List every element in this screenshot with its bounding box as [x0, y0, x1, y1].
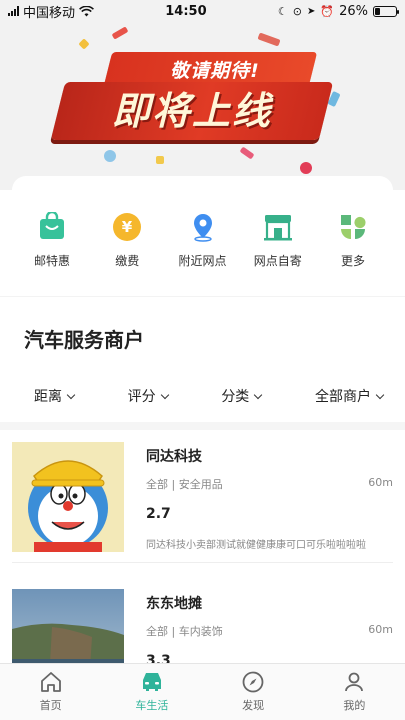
alarm-icon: ⏰ [320, 4, 335, 18]
home-icon [38, 669, 64, 695]
tab-home[interactable]: 首页 [11, 669, 91, 720]
bottom-tab-bar: 首页 车生活 发现 我的 [0, 663, 405, 720]
confetti-decoration [239, 146, 255, 160]
merchant-item[interactable]: 同达科技 全部 | 安全用品 60m 2.7 同达科技小卖部测试就健健康康可口可… [0, 430, 405, 563]
carrier-name: 中国移动 [23, 5, 76, 21]
svg-text:¥: ¥ [122, 218, 133, 236]
tab-car-life[interactable]: 车生活 [112, 669, 192, 720]
status-bar: 中国移动 14:50 ☾ ⊙ ➤ ⏰ 26% [0, 0, 405, 22]
banner-subtitle: 敬请期待! [170, 60, 260, 82]
chevron-down-icon [254, 390, 263, 399]
battery-percent: 26% [339, 3, 368, 19]
chevron-down-icon [375, 390, 385, 399]
confetti-decoration [111, 26, 129, 40]
yuan-coin-icon: ¥ [110, 210, 144, 244]
confetti-decoration [300, 162, 312, 174]
tab-label: 首页 [39, 699, 62, 712]
merchant-distance: 60m [368, 476, 393, 489]
filter-label: 距离 [34, 389, 62, 405]
banner-title: 即将上线 [111, 89, 272, 133]
battery-icon [373, 5, 399, 17]
wifi-icon [79, 5, 94, 16]
filter-bar: 距离 评分 分类 全部商户 [0, 382, 405, 410]
quick-action-label: 网点自寄 [253, 254, 302, 268]
merchant-rating: 3.3 [146, 653, 171, 663]
banner-bottom-curve [12, 176, 393, 190]
filter-rating[interactable]: 评分 [127, 386, 169, 406]
filter-all-merchants[interactable]: 全部商户 [314, 386, 385, 406]
storefront-icon [261, 210, 295, 244]
merchant-description: 同达科技小卖部测试就健健康康可口可乐啦啦啦啦 [146, 540, 366, 551]
confetti-decoration [78, 38, 90, 50]
quick-action-label: 缴费 [115, 254, 140, 268]
user-icon [341, 669, 367, 695]
filter-label: 全部商户 [314, 389, 371, 405]
signal-icon [8, 6, 19, 16]
chevron-down-icon [160, 390, 169, 399]
tab-discover[interactable]: 发现 [213, 669, 293, 720]
compass-icon [240, 669, 266, 695]
grid-more-icon [336, 210, 370, 244]
moon-icon: ☾ [277, 4, 288, 18]
section-separator [0, 422, 405, 430]
quick-action-more[interactable]: 更多 [321, 210, 385, 269]
quick-action-label: 邮特惠 [33, 254, 70, 268]
quick-action-label: 更多 [340, 254, 365, 268]
quick-action-nearby[interactable]: 附近网点 [171, 210, 235, 269]
quick-action-self-send[interactable]: 网点自寄 [246, 210, 310, 269]
confetti-decoration [257, 32, 281, 47]
location-arrow-icon: ➤ [307, 5, 316, 17]
divider [12, 562, 393, 563]
tab-label: 发现 [242, 699, 265, 712]
filter-label: 评分 [127, 389, 156, 405]
merchant-thumbnail [12, 442, 124, 552]
merchant-thumbnail [12, 589, 124, 663]
quick-action-jiaofei[interactable]: ¥ 缴费 [95, 210, 159, 269]
quick-action-label: 附近网点 [178, 254, 227, 268]
shopping-bag-icon [35, 210, 69, 244]
chevron-down-icon [66, 390, 76, 399]
merchant-name: 同达科技 [146, 449, 202, 465]
merchant-distance: 60m [368, 623, 393, 636]
filter-label: 分类 [221, 389, 250, 405]
promo-banner[interactable]: 敬请期待! 即将上线 [0, 0, 405, 190]
merchant-name: 东东地摊 [146, 596, 202, 612]
confetti-decoration [156, 156, 164, 164]
tab-mine[interactable]: 我的 [314, 669, 394, 720]
tab-label: 我的 [343, 699, 366, 712]
merchant-item[interactable]: 东东地摊 全部 | 车内装饰 60m 3.3 [0, 577, 405, 663]
filter-distance[interactable]: 距离 [34, 386, 76, 406]
quick-actions: 邮特惠 ¥ 缴费 附近网点 网点自寄 更多 [0, 210, 405, 269]
car-icon [139, 669, 165, 695]
merchant-category: 全部 | 安全用品 [146, 478, 223, 491]
section-title: 汽车服务商户 [24, 328, 144, 352]
divider [0, 296, 405, 297]
location-pin-icon [186, 210, 220, 244]
confetti-decoration [104, 150, 116, 162]
merchant-rating: 2.7 [146, 506, 171, 522]
orientation-lock-icon: ⊙ [292, 4, 302, 18]
tab-label: 车生活 [135, 699, 169, 712]
clock-time: 14:50 [165, 3, 207, 19]
quick-action-youtehui[interactable]: 邮特惠 [20, 210, 84, 269]
merchant-category: 全部 | 车内装饰 [146, 625, 223, 638]
filter-category[interactable]: 分类 [221, 386, 263, 406]
